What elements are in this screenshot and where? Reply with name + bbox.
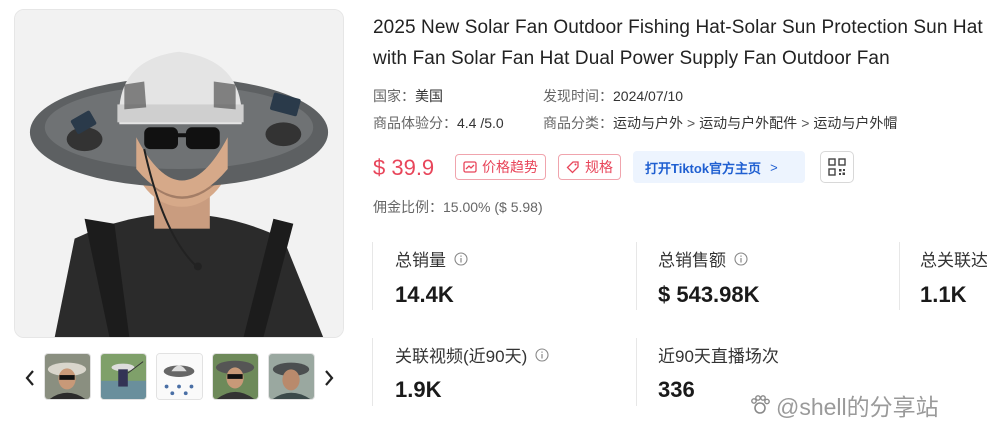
qr-code-button[interactable] <box>820 151 854 183</box>
price-trend-label: 价格趋势 <box>482 159 538 175</box>
spec-button[interactable]: 规格 <box>558 154 621 180</box>
total-revenue-value: $ 543.98K <box>658 282 760 307</box>
thumbnail-image <box>213 354 258 399</box>
rating-row: 商品体验分：4.4 /5.0 <box>373 113 504 133</box>
discovered-row: 发现时间：2024/07/10 <box>543 86 683 106</box>
total-related-value: 1.1K <box>920 282 967 307</box>
product-photo <box>15 10 343 337</box>
category-row: 商品分类：运动与户外 > 运动与户外配件 > 运动与户外帽 <box>543 113 897 133</box>
spec-label: 规格 <box>585 159 613 175</box>
chevron-right-icon: > <box>770 159 778 175</box>
category-link-3[interactable]: 运动与户外帽 <box>813 115 897 131</box>
live-sessions-value: 336 <box>658 377 695 402</box>
live-sessions-label-text: 近90天直播场次 <box>658 347 779 366</box>
divider <box>372 242 373 310</box>
discovered-value: 2024/07/10 <box>613 88 684 104</box>
thumbnail-next-button[interactable] <box>321 362 337 394</box>
thumbnail-image <box>269 354 314 399</box>
category-link-2[interactable]: 运动与户外配件 <box>699 115 797 131</box>
total-related-label-text: 总关联达 <box>920 251 987 270</box>
open-tiktok-label: 打开Tiktok官方主页 <box>645 160 762 176</box>
category-separator: > <box>801 115 810 131</box>
thumbnail-4[interactable] <box>212 353 259 400</box>
discovered-label: 发现时间： <box>543 88 613 104</box>
category-label: 商品分类： <box>543 115 613 131</box>
category-link-1[interactable]: 运动与户外 <box>613 115 683 131</box>
chevron-right-icon <box>325 370 334 386</box>
category-separator: > <box>687 115 696 131</box>
total-sales-value: 14.4K <box>395 282 454 307</box>
thumbnail-3[interactable] <box>156 353 203 400</box>
thumbnail-image <box>45 354 90 399</box>
open-tiktok-homepage-button[interactable]: 打开Tiktok官方主页 > <box>633 151 805 183</box>
total-revenue-label: 总销售额 <box>658 246 748 271</box>
watermark-text: @shell的分享站 <box>776 394 939 420</box>
thumbnail-strip <box>44 353 315 400</box>
thumbnail-image <box>101 354 146 399</box>
paw-icon <box>751 395 770 414</box>
total-revenue-label-text: 总销售额 <box>658 251 726 270</box>
rating-value: 4.4 /5.0 <box>457 115 504 131</box>
thumbnail-5[interactable] <box>268 353 315 400</box>
chevron-left-icon <box>25 370 34 386</box>
divider <box>636 338 637 406</box>
divider <box>372 338 373 406</box>
watermark: @shell的分享站 <box>748 388 939 422</box>
related-videos-label-text: 关联视频(近90天) <box>395 347 528 366</box>
thumbnail-1[interactable] <box>44 353 91 400</box>
total-sales-label: 总销量 <box>395 246 468 271</box>
price-trend-button[interactable]: 价格趋势 <box>455 154 546 180</box>
product-price: $ 39.9 <box>373 155 435 180</box>
related-videos-value: 1.9K <box>395 377 442 402</box>
qr-code-icon <box>828 158 846 176</box>
divider <box>899 242 900 310</box>
product-title: 2025 New Solar Fan Outdoor Fishing Hat-S… <box>373 17 983 69</box>
related-videos-label: 关联视频(近90天) <box>395 342 549 367</box>
divider <box>636 242 637 310</box>
trend-chart-icon <box>463 161 477 173</box>
info-icon[interactable] <box>734 251 748 266</box>
thumbnail-prev-button[interactable] <box>22 362 38 394</box>
total-sales-label-text: 总销量 <box>395 251 446 270</box>
thumbnail-image <box>157 354 202 399</box>
rating-label: 商品体验分： <box>373 115 457 131</box>
product-main-image[interactable] <box>14 9 344 338</box>
thumbnail-2[interactable] <box>100 353 147 400</box>
live-sessions-label: 近90天直播场次 <box>658 342 779 367</box>
info-icon[interactable] <box>535 347 549 362</box>
total-related-label: 总关联达 <box>920 246 987 271</box>
country-label: 国家： <box>373 88 415 104</box>
commission-rate: 佣金比例：15.00% ($ 5.98) <box>373 199 543 215</box>
info-icon[interactable] <box>454 251 468 266</box>
country-row: 国家：美国 <box>373 86 443 106</box>
tag-icon <box>566 161 579 174</box>
country-value: 美国 <box>415 88 443 104</box>
